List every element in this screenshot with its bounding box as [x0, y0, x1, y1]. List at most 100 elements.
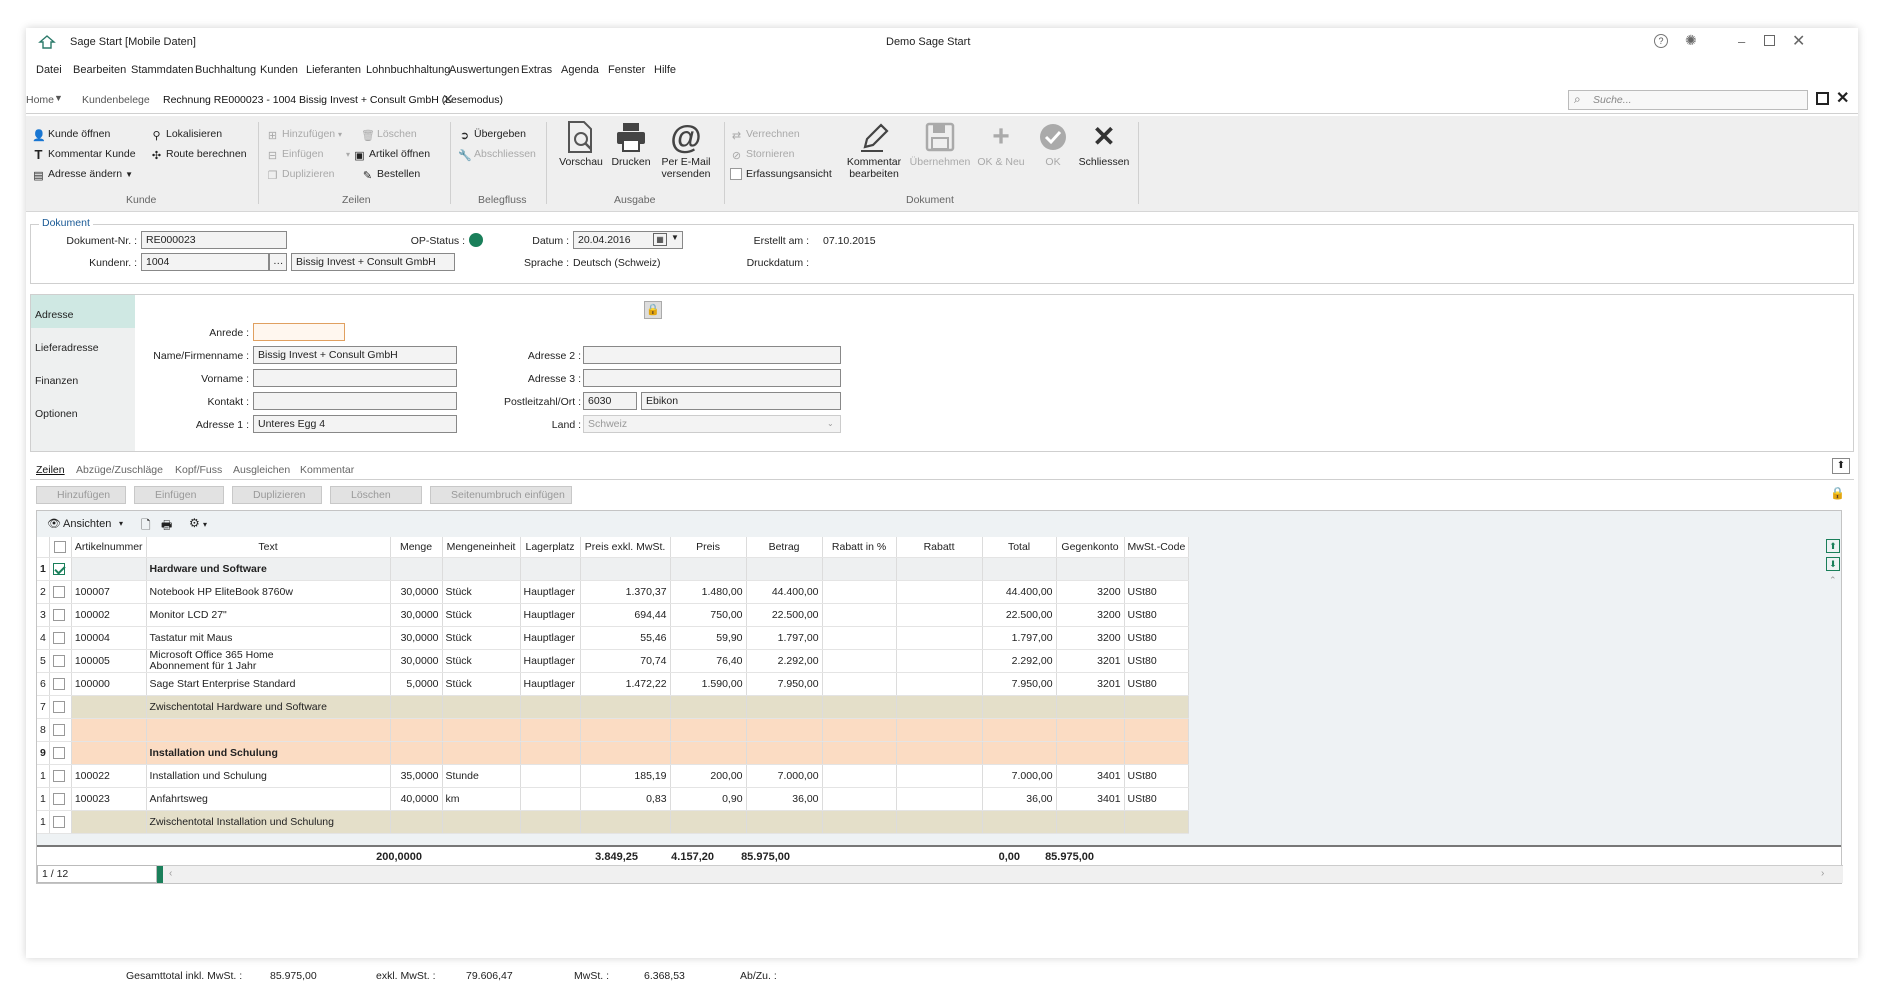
cell-preis[interactable] [670, 741, 747, 765]
tab-home[interactable]: Home [26, 94, 54, 106]
kunde-oeffnen-button[interactable]: 👤 Kunde öffnen [32, 128, 110, 142]
cell-mengeneinheit[interactable] [442, 741, 521, 765]
cell-lagerplatz[interactable] [520, 718, 581, 742]
cell-rabatt-prozent[interactable] [822, 626, 897, 650]
cell-gegenkonto[interactable]: 3201 [1056, 672, 1125, 696]
cell-preis[interactable] [670, 810, 747, 834]
cell-menge[interactable]: 40,0000 [390, 787, 443, 811]
menu-buchhaltung[interactable]: Buchhaltung [195, 64, 256, 76]
cell-lagerplatz[interactable]: Hauptlager [520, 580, 581, 604]
cell-mengeneinheit[interactable] [442, 695, 521, 719]
cell-betrag[interactable] [746, 695, 823, 719]
search-input[interactable]: ⌕ Suche... [1568, 90, 1808, 110]
cell-artikelnummer[interactable]: 100022 [71, 764, 147, 788]
calendar-icon[interactable]: ▦ [653, 233, 667, 246]
grid-hinzufuegen-button[interactable]: Hinzufügen [36, 486, 126, 504]
cell-gegenkonto[interactable]: 3200 [1056, 626, 1125, 650]
minimize-icon[interactable]: – [1738, 34, 1745, 49]
cell-betrag[interactable]: 7.000,00 [746, 764, 823, 788]
cell-preis-exkl[interactable]: 0,83 [580, 787, 671, 811]
cell-total[interactable] [982, 557, 1057, 581]
cell-mengeneinheit[interactable]: km [442, 787, 521, 811]
kunde-lookup-button[interactable]: … [269, 253, 287, 271]
cell-preis[interactable]: 59,90 [670, 626, 747, 650]
cell-text[interactable]: Hardware und Software [146, 557, 391, 581]
table-row[interactable]: 1 100022 Installation und Schulung 35,0000 S… [37, 764, 1190, 788]
cell-menge[interactable]: 30,0000 [390, 626, 443, 650]
ansichten-button[interactable]: Ansichten [63, 518, 111, 530]
schliessen-button[interactable]: ✕ Schliessen [1076, 120, 1132, 169]
table-row[interactable]: 5 100005 Microsoft Office 365 Home Abonneme… [37, 649, 1190, 673]
sidebar-item-adresse[interactable]: Adresse [31, 295, 135, 328]
cell-total[interactable]: 1.797,00 [982, 626, 1057, 650]
cell-preis[interactable]: 76,40 [670, 649, 747, 673]
tab-kundenbelege[interactable]: Kundenbelege [82, 94, 150, 106]
lightbulb-icon[interactable]: ✺ [1685, 32, 1697, 49]
cell-artikelnummer[interactable] [71, 695, 147, 719]
help-icon[interactable]: ? [1654, 34, 1668, 48]
table-row[interactable]: 1 100023 Anfahrtsweg 40,0000 km 0,83 0,90 36,00… [37, 787, 1190, 811]
abschliessen-button[interactable]: 🔧 Abschliessen [458, 148, 536, 162]
vorname-field[interactable] [253, 369, 457, 387]
column-header-mwst-code[interactable]: MwSt.-Code [1124, 537, 1190, 558]
cell-menge[interactable] [390, 810, 443, 834]
cell-preis[interactable]: 200,00 [670, 764, 747, 788]
table-row[interactable]: 1 Zwischentotal Installation und Schulung [37, 810, 1190, 834]
route-berechnen-button[interactable]: ✣ Route berechnen [150, 148, 247, 162]
cell-preis-exkl[interactable]: 1.472,22 [580, 672, 671, 696]
cell-preis-exkl[interactable] [580, 695, 671, 719]
cell-rabatt-prozent[interactable] [822, 557, 897, 581]
cell-total[interactable] [982, 695, 1057, 719]
column-header-gegenkonto[interactable]: Gegenkonto [1056, 537, 1125, 558]
cell-gegenkonto[interactable] [1056, 741, 1125, 765]
cell-menge[interactable]: 30,0000 [390, 603, 443, 627]
sidebar-item-finanzen[interactable]: Finanzen [31, 361, 135, 394]
cell-menge[interactable] [390, 741, 443, 765]
zeilen-duplizieren-button[interactable]: ❐ Duplizieren [266, 168, 335, 182]
scroll-top-icon[interactable]: ⬆ [1826, 539, 1840, 553]
ok-button[interactable]: OK [1036, 120, 1070, 168]
row-select-cell[interactable] [49, 649, 72, 673]
row-select-cell[interactable] [49, 580, 72, 604]
cell-rabatt[interactable] [896, 764, 983, 788]
adresse2-field[interactable] [583, 346, 841, 364]
row-checkbox[interactable] [52, 723, 65, 736]
zeilen-loeschen-button[interactable]: 🗑 Löschen [361, 128, 417, 142]
table-row[interactable]: 2 100007 Notebook HP EliteBook 8760w 30,000… [37, 580, 1190, 604]
cell-text[interactable]: Installation und Schulung [146, 741, 391, 765]
email-button[interactable]: @ Per E-Mail versenden [658, 120, 714, 180]
cell-mwst-code[interactable] [1124, 718, 1190, 742]
row-checkbox[interactable] [52, 792, 65, 805]
cell-preis-exkl[interactable] [580, 718, 671, 742]
scroll-bottom-icon[interactable]: ⬇ [1826, 557, 1840, 571]
cell-text[interactable]: Zwischentotal Hardware und Software [146, 695, 391, 719]
cell-mengeneinheit[interactable]: Stück [442, 580, 521, 604]
cell-rabatt-prozent[interactable] [822, 649, 897, 673]
column-header-mengeneinheit[interactable]: Mengeneinheit [442, 537, 521, 558]
column-header-artikelnummer[interactable]: Artikelnummer [71, 537, 147, 558]
vertical-scrollbar[interactable]: ⬆ ⬇ ⌃ ⌄ [1825, 537, 1841, 875]
menu-bearbeiten[interactable]: Bearbeiten [73, 64, 126, 76]
cell-artikelnummer[interactable] [71, 810, 147, 834]
cell-text[interactable] [146, 718, 391, 742]
cell-lagerplatz[interactable] [520, 557, 581, 581]
cell-artikelnummer[interactable]: 100023 [71, 787, 147, 811]
collapse-up-icon[interactable]: ⬆ [1832, 458, 1850, 474]
column-header-lagerplatz[interactable]: Lagerplatz [520, 537, 581, 558]
kunde-name-field[interactable]: Bissig Invest + Consult GmbH [291, 253, 455, 271]
cell-lagerplatz[interactable]: Hauptlager [520, 672, 581, 696]
column-header-rabatt[interactable]: Rabatt [896, 537, 983, 558]
column-header-check[interactable] [49, 537, 72, 558]
detach-window-icon[interactable] [1816, 92, 1829, 105]
cell-text[interactable]: Monitor LCD 27" [146, 603, 391, 627]
cell-rabatt[interactable] [896, 695, 983, 719]
name-field[interactable]: Bissig Invest + Consult GmbH [253, 346, 457, 364]
tab-abzuege[interactable]: Abzüge/Zuschläge [76, 464, 163, 476]
cell-mengeneinheit[interactable]: Stunde [442, 764, 521, 788]
cell-lagerplatz[interactable]: Hauptlager [520, 649, 581, 673]
cell-artikelnummer[interactable]: 100005 [71, 649, 147, 673]
cell-menge[interactable]: 30,0000 [390, 580, 443, 604]
artikel-oeffnen-button[interactable]: ▾ ▣ Artikel öffnen [346, 148, 430, 162]
cell-text[interactable]: Notebook HP EliteBook 8760w [146, 580, 391, 604]
row-checkbox[interactable] [52, 746, 65, 759]
